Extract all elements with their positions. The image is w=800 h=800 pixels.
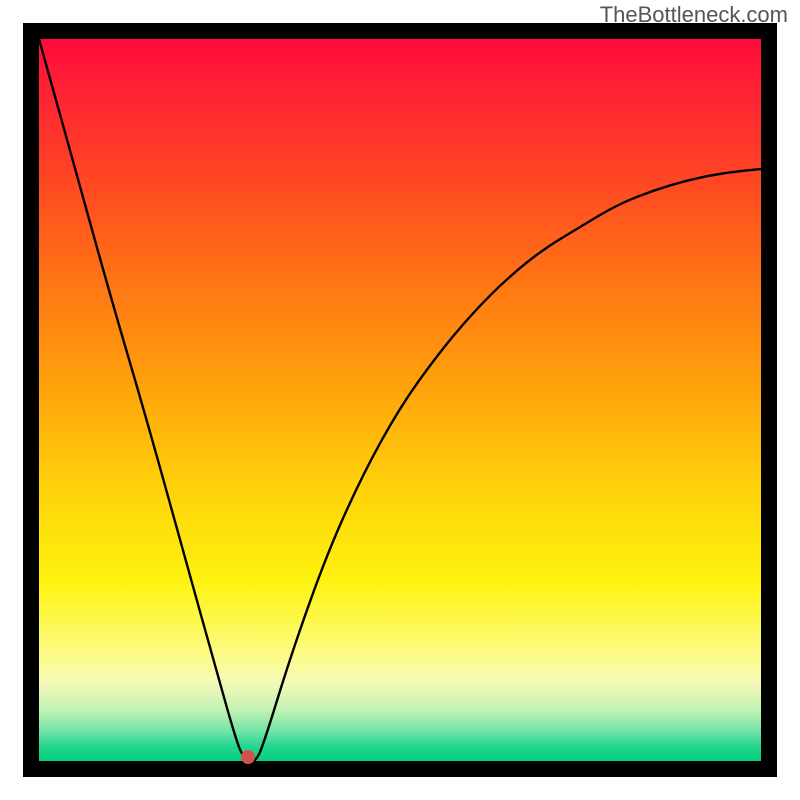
chart-frame <box>23 23 777 777</box>
plot-area <box>39 39 761 761</box>
watermark-text: TheBottleneck.com <box>600 2 788 28</box>
bottleneck-curve <box>39 39 761 761</box>
min-marker-icon <box>241 750 255 764</box>
